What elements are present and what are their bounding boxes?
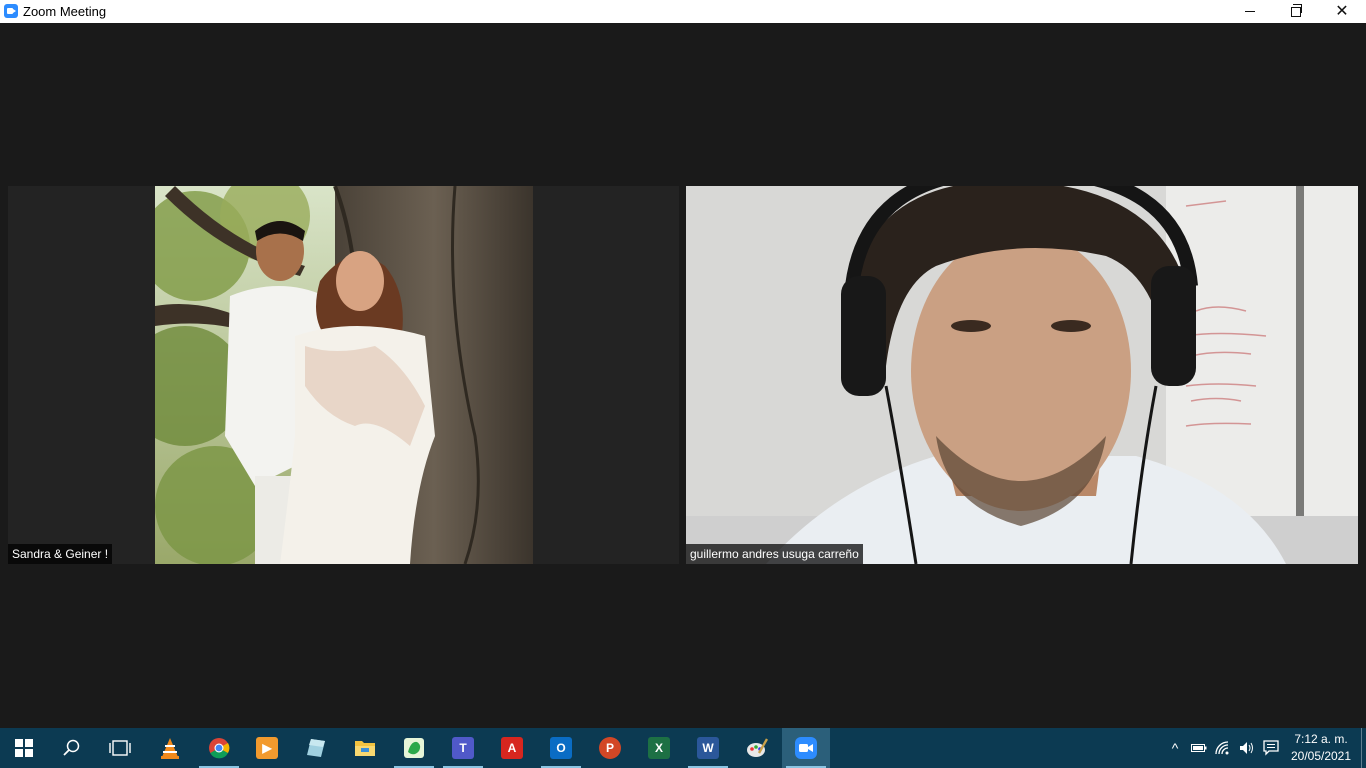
chevron-up-icon: ^: [1171, 740, 1179, 756]
taskbar-app-media-player[interactable]: ▶: [243, 728, 291, 768]
show-desktop-button[interactable]: [1361, 728, 1362, 768]
minimize-icon: [1245, 11, 1255, 12]
acrobat-icon: A: [501, 737, 523, 759]
show-hidden-icons-button[interactable]: ^: [1164, 728, 1186, 768]
task-view-icon: [109, 740, 131, 756]
teams-icon: T: [452, 737, 474, 759]
taskbar-app-vlc[interactable]: [146, 728, 194, 768]
notifications-icon: [1263, 740, 1279, 756]
participant-profile-photo: [155, 186, 533, 564]
restore-button[interactable]: [1273, 0, 1319, 23]
restore-icon: [1291, 3, 1302, 17]
taskbar-app-outlook[interactable]: O: [537, 728, 585, 768]
paint-icon: [747, 738, 768, 757]
minimize-button[interactable]: [1227, 0, 1273, 23]
search-icon: [63, 739, 80, 756]
vlc-icon: [161, 738, 179, 759]
participant-video-tile[interactable]: Sandra & Geiner !: [8, 186, 679, 564]
taskbar-app-acrobat[interactable]: A: [488, 728, 536, 768]
taskbar-app-powerpoint[interactable]: P: [586, 728, 634, 768]
word-icon: W: [697, 737, 719, 759]
task-view-button[interactable]: [96, 728, 144, 768]
start-button[interactable]: [0, 728, 48, 768]
excel-icon: X: [648, 737, 670, 759]
participant-name-label: Sandra & Geiner !: [8, 544, 113, 564]
battery-icon: [1191, 744, 1207, 752]
close-button[interactable]: ✕: [1319, 0, 1365, 23]
taskbar-app-excel[interactable]: X: [635, 728, 683, 768]
wifi-icon: [1215, 741, 1229, 755]
clock-time: 7:12 a. m.: [1294, 732, 1348, 746]
media-player-icon: ▶: [256, 737, 278, 759]
taskbar-app-zoom[interactable]: [782, 728, 830, 768]
green-app-icon: [404, 738, 424, 758]
windows-taskbar: ▶ T A O P X W ^ 7:12 a. m. 20/05/2021: [0, 728, 1366, 768]
zoom-app-icon: [4, 4, 18, 18]
taskbar-app-chrome[interactable]: [195, 728, 243, 768]
taskbar-app-file-explorer[interactable]: [341, 728, 389, 768]
notes-app-icon: [307, 739, 325, 757]
volume-button[interactable]: [1236, 728, 1258, 768]
network-button[interactable]: [1212, 728, 1234, 768]
action-center-button[interactable]: [1260, 728, 1282, 768]
title-bar: Zoom Meeting ✕: [0, 0, 1366, 23]
chrome-icon: [209, 738, 230, 759]
participant-video-tile[interactable]: guillermo andres usuga carreño: [686, 186, 1358, 564]
participant-video-feed: [686, 186, 1358, 564]
system-clock[interactable]: 7:12 a. m. 20/05/2021: [1284, 731, 1358, 765]
participant-name-label: guillermo andres usuga carreño: [686, 544, 863, 564]
taskbar-app-paint[interactable]: [733, 728, 781, 768]
taskbar-app-notes[interactable]: [292, 728, 340, 768]
clock-date: 20/05/2021: [1290, 749, 1352, 763]
powerpoint-icon: P: [599, 737, 621, 759]
search-button[interactable]: [48, 728, 96, 768]
file-explorer-icon: [355, 741, 375, 756]
window-title: Zoom Meeting: [23, 4, 107, 19]
start-icon: [15, 739, 33, 757]
taskbar-app-green[interactable]: [390, 728, 438, 768]
outlook-icon: O: [550, 737, 572, 759]
zoom-icon: [795, 737, 817, 759]
taskbar-app-word[interactable]: W: [684, 728, 732, 768]
close-icon: ✕: [1335, 2, 1349, 20]
speaker-icon: [1240, 742, 1253, 754]
battery-button[interactable]: [1188, 728, 1210, 768]
taskbar-app-teams[interactable]: T: [439, 728, 487, 768]
